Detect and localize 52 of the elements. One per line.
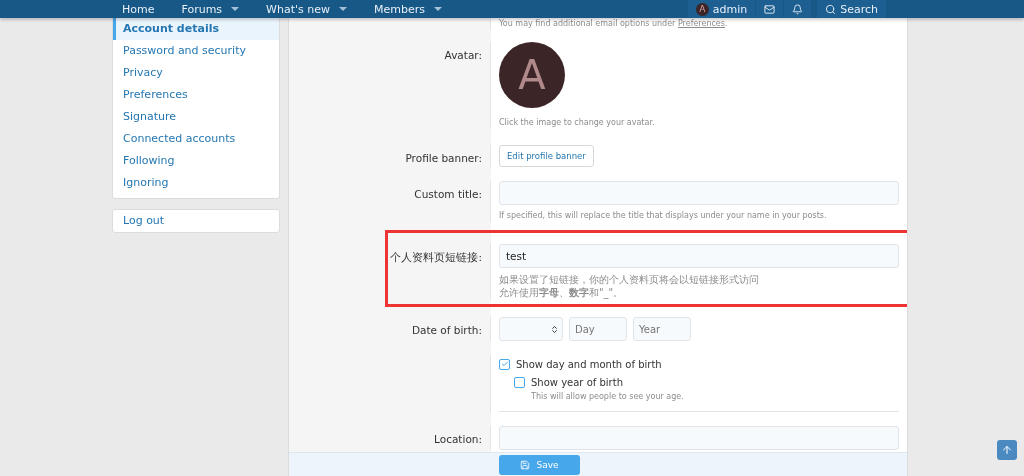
checkbox-label: Show year of birth (531, 376, 623, 388)
select-arrow-icon (550, 324, 559, 334)
search-icon (825, 3, 837, 15)
day-field[interactable]: Day (569, 317, 627, 341)
field-label: Date of birth: (289, 317, 491, 341)
checkbox-hint: This will allow people to see your age. (530, 391, 685, 403)
inbox-button[interactable] (756, 0, 784, 18)
checkbox-option[interactable]: Show year of birth (514, 373, 899, 391)
field-label: Location: (289, 426, 491, 450)
edit-banner-button[interactable]: Edit profile banner (499, 145, 594, 167)
bell-icon (792, 3, 804, 15)
arrow-up-icon (1001, 444, 1013, 456)
menu-item[interactable]: Password and security (113, 40, 279, 62)
menu-item[interactable]: Connected accounts (113, 128, 279, 150)
save-button[interactable]: Save (499, 454, 580, 475)
menu-item[interactable]: Following (113, 150, 279, 172)
scroll-top-button[interactable] (997, 440, 1017, 460)
field-hint: Click the image to change your avatar. (499, 117, 656, 129)
field-hint: 如果设置了短链接，你的个人资料页将会以短链接形式访问 (499, 273, 760, 286)
text-field[interactable] (499, 426, 899, 450)
alerts-button[interactable] (784, 0, 812, 18)
checkbox-option[interactable]: Show day and month of birth (499, 355, 899, 373)
avatar-image[interactable]: A (499, 42, 565, 108)
account-link[interactable]: A admin (687, 0, 756, 18)
save-icon (520, 459, 531, 470)
menu-item[interactable]: Ignoring (113, 172, 279, 194)
search-button[interactable]: Search (817, 0, 886, 18)
menu-item[interactable]: Privacy (113, 62, 279, 84)
menu-item[interactable]: Account details (113, 18, 279, 40)
field-hint: If specified, this will replace the title that displays under your name in your posts. (499, 210, 828, 222)
mail-icon (764, 3, 776, 15)
nav-link[interactable]: Members (364, 0, 452, 18)
field-label: Avatar: (289, 42, 491, 129)
field-hint: 允许使用字母、数字和"_"。 (499, 286, 625, 299)
field-label: 个人资料页短链接: (289, 244, 491, 299)
logout-link[interactable]: Log out (113, 210, 279, 232)
field-label: Custom title: (289, 181, 491, 222)
text-field[interactable] (499, 181, 899, 205)
field-label: Profile banner: (289, 145, 491, 167)
nav-link[interactable]: What's new (256, 0, 357, 18)
preferences-link[interactable]: Preferences (677, 19, 725, 28)
user-avatar: A (695, 2, 709, 16)
year-field[interactable]: Year (633, 317, 691, 341)
menu-item[interactable]: Signature (113, 106, 279, 128)
checkbox[interactable] (499, 358, 510, 370)
menu-item[interactable]: Preferences (113, 84, 279, 106)
email-note: You may find additional email options under Preferences. (499, 18, 729, 30)
nav-link[interactable]: Home (112, 0, 165, 18)
checkbox[interactable] (514, 376, 525, 388)
text-field[interactable]: test (499, 244, 899, 268)
nav-link[interactable]: Forums (171, 0, 250, 18)
checkbox-label: Show day and month of birth (516, 358, 662, 370)
